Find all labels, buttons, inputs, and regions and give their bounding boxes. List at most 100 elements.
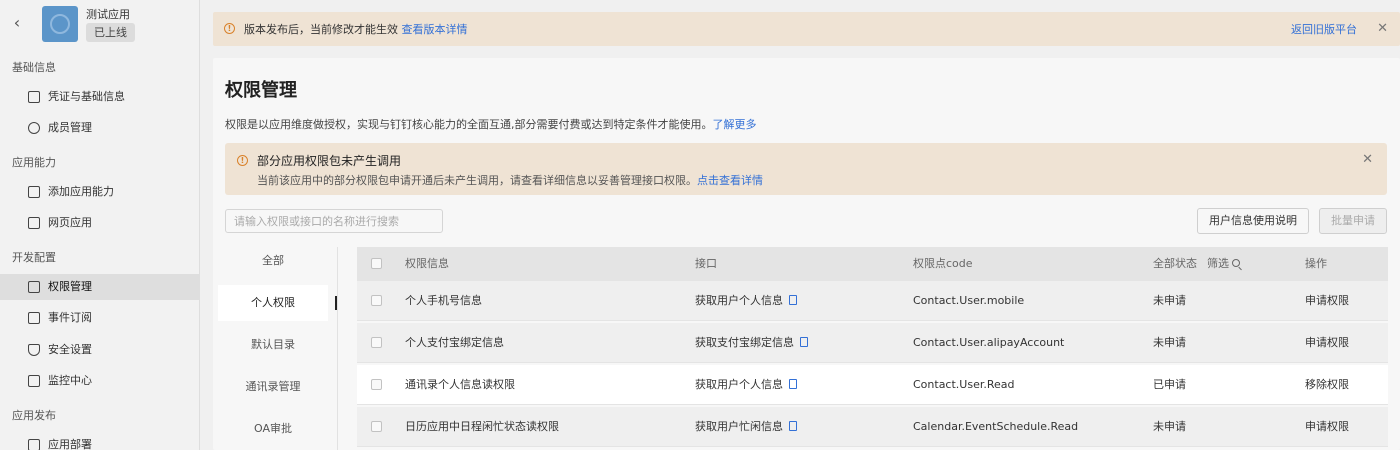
webpage-icon [28,217,40,229]
sidebar-item-add-capability[interactable]: 添加应用能力 [0,179,199,205]
page-title: 权限管理 [225,80,297,101]
permission-code: Contact.User.mobile [913,294,1025,307]
category-contacts[interactable]: 通讯录管理 [218,369,328,405]
header-status: 全部状态 [1153,257,1197,270]
table-row: 个人手机号信息 获取用户个人信息 Contact.User.mobile 未申请… [357,281,1388,321]
page-description: 权限是以应用维度做授权，实现与钉钉核心能力的全面互通,部分需要付费或达到特定条件… [225,116,757,132]
sidebar-item-label: 应用部署 [48,438,92,450]
search-input[interactable] [226,210,426,232]
sidebar-item-deploy[interactable]: 应用部署 [0,432,199,450]
header-api: 接口 [695,257,717,270]
release-banner: ! 版本发布后，当前修改才能生效 查看版本详情 返回旧版平台 ✕ [213,12,1400,46]
user-icon [28,122,40,134]
credential-icon [28,91,40,103]
close-icon[interactable]: ✕ [1377,22,1388,35]
chevron-left-icon[interactable]: ‹ [8,14,26,32]
shield-icon [28,344,40,356]
sidebar-item-credentials[interactable]: 凭证与基础信息 [0,84,199,110]
apply-permission-link[interactable]: 申请权限 [1305,323,1349,363]
lock-icon [28,281,40,293]
sidebar-item-members[interactable]: 成员管理 [0,115,199,141]
warning-icon: ! [237,155,248,166]
category-personal[interactable]: 个人权限 [218,285,328,321]
api-name: 获取用户个人信息 [695,294,783,307]
sidebar-item-security[interactable]: 安全设置 [0,337,199,363]
category-oa-approval[interactable]: OA审批 [218,411,328,447]
header-code: 权限点code [913,257,973,270]
nav-section-release: 应用发布 [12,409,56,422]
document-icon[interactable] [789,421,797,431]
close-icon[interactable]: ✕ [1362,153,1373,166]
deploy-icon [28,439,40,450]
row-checkbox[interactable] [371,421,382,432]
permission-code: Calendar.EventSchedule.Read [913,420,1079,433]
permission-status: 未申请 [1153,294,1186,307]
nav-section-basic: 基础信息 [12,61,56,74]
sidebar-item-monitor[interactable]: 监控中心 [0,368,199,394]
alert-text: 当前该应用中的部分权限包申请开通后未产生调用，请查看详细信息以妥善管理接口权限。 [257,174,697,187]
apply-permission-link[interactable]: 申请权限 [1305,407,1349,447]
remove-permission-link[interactable]: 移除权限 [1305,365,1349,405]
app-header: ‹ 测试应用 已上线 [0,0,200,48]
document-icon[interactable] [789,295,797,305]
sidebar-item-label: 网页应用 [48,216,92,229]
sidebar-item-label: 权限管理 [48,280,92,293]
monitor-icon [28,375,40,387]
api-name: 获取用户忙闲信息 [695,420,783,433]
apply-permission-link[interactable]: 申请权限 [1305,281,1349,321]
sidebar-item-label: 安全设置 [48,343,92,356]
document-icon[interactable] [789,379,797,389]
category-all[interactable]: 全部 [218,243,328,279]
nav-section-dev: 开发配置 [12,251,56,264]
permission-name: 个人支付宝绑定信息 [405,336,504,349]
table-row: 通讯录个人信息读权限 获取用户个人信息 Contact.User.Read 已申… [357,365,1388,405]
header-permission-info: 权限信息 [405,257,449,270]
alert-title: 部分应用权限包未产生调用 [257,154,402,168]
batch-apply-button[interactable]: 批量申请 [1319,208,1387,234]
filter-label: 筛选 [1207,257,1229,270]
warning-icon: ! [224,23,235,34]
event-icon [28,312,40,324]
alert-details-link[interactable]: 点击查看详情 [697,174,763,187]
row-checkbox[interactable] [371,295,382,306]
sidebar-item-label: 事件订阅 [48,311,92,324]
version-details-link[interactable]: 查看版本详情 [402,23,468,36]
nav-section-capability: 应用能力 [12,156,56,169]
document-icon[interactable] [800,337,808,347]
sidebar-item-label: 成员管理 [48,121,92,134]
permission-code: Contact.User.Read [913,378,1015,391]
status-badge: 已上线 [86,23,135,42]
header-action: 操作 [1305,257,1327,270]
table-header: 权限信息 接口 权限点code 全部状态 筛选 操作 [357,247,1388,281]
main-content: ! 版本发布后，当前修改才能生效 查看版本详情 返回旧版平台 ✕ 权限管理 权限… [201,0,1400,450]
api-name: 获取用户个人信息 [695,378,783,391]
user-info-guide-button[interactable]: 用户信息使用说明 [1197,208,1309,234]
banner-text: 版本发布后，当前修改才能生效 [244,23,398,36]
sidebar-item-label: 监控中心 [48,374,92,387]
permission-name: 通讯录个人信息读权限 [405,378,515,391]
unused-permission-alert: ! 部分应用权限包未产生调用 当前该应用中的部分权限包申请开通后未产生调用，请查… [225,143,1387,195]
sidebar-item-events[interactable]: 事件订阅 [0,305,199,331]
row-checkbox[interactable] [371,379,382,390]
back-to-old-platform-link[interactable]: 返回旧版平台 [1291,21,1357,37]
sidebar-item-permissions[interactable]: 权限管理 [0,274,199,300]
category-default[interactable]: 默认目录 [218,327,328,363]
table-row: 日历应用中日程闲忙状态读权限 获取用户忙闲信息 Calendar.EventSc… [357,407,1388,447]
app-logo [42,6,78,42]
select-all-checkbox[interactable] [371,258,382,269]
status-filter[interactable]: 筛选 [1207,247,1240,281]
permission-name: 日历应用中日程闲忙状态读权限 [405,420,559,433]
permission-code: Contact.User.alipayAccount [913,336,1065,349]
sidebar: ‹ 测试应用 已上线 基础信息 凭证与基础信息 成员管理 应用能力 添加应用能力… [0,0,200,450]
permission-name: 个人手机号信息 [405,294,482,307]
description-text: 权限是以应用维度做授权，实现与钉钉核心能力的全面互通,部分需要付费或达到特定条件… [225,118,713,131]
divider [337,247,338,450]
sidebar-item-webpage[interactable]: 网页应用 [0,210,199,236]
permission-status: 未申请 [1153,420,1186,433]
sidebar-item-label: 添加应用能力 [48,185,114,198]
learn-more-link[interactable]: 了解更多 [713,118,757,131]
row-checkbox[interactable] [371,337,382,348]
add-capability-icon [28,186,40,198]
search-icon [1232,259,1240,267]
app-name: 测试应用 [86,8,130,21]
